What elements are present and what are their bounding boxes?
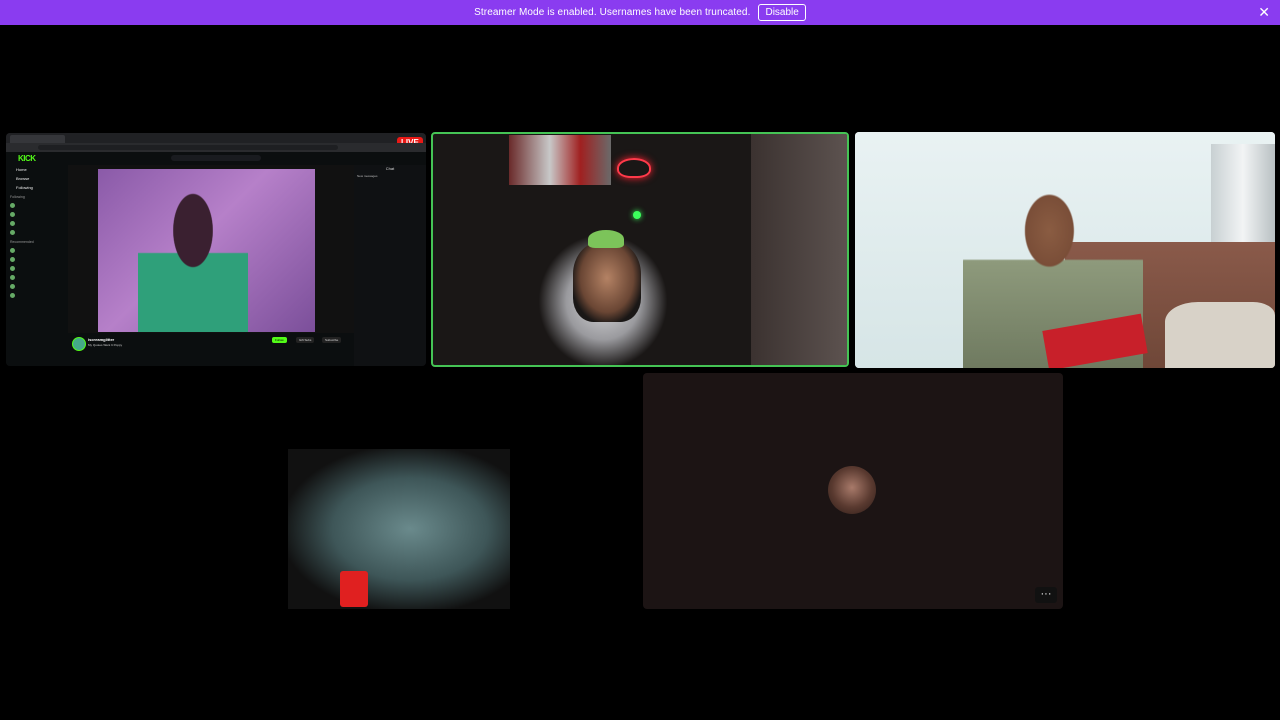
more-horizontal-icon[interactable]: ··· (1035, 587, 1057, 603)
participant-video-tile[interactable] (218, 373, 638, 609)
streamer-mode-banner: Streamer Mode is enabled. Usernames have… (0, 0, 1280, 25)
curtain (1211, 144, 1275, 254)
close-icon[interactable]: ✕ (1258, 4, 1270, 20)
avatar (10, 275, 15, 280)
disable-streamer-mode-button[interactable]: Disable (758, 4, 806, 21)
avatar (10, 248, 15, 253)
stream-title: My Quotes Want It Poppy (88, 343, 123, 347)
avatar (10, 230, 15, 235)
participant-video-tile[interactable] (855, 132, 1275, 368)
kick-logo: KICK (18, 154, 36, 163)
kick-sidebar: Home Browse Following Following Recommen… (6, 165, 68, 366)
stream-info-bar: iscreamglitter My Quotes Want It Poppy F… (68, 333, 354, 366)
stream-video (98, 169, 315, 332)
sidebar-item-following: Following (16, 185, 33, 190)
avatar (10, 221, 15, 226)
avatar (72, 337, 86, 351)
gift-subs-button: Gift Subs (296, 337, 315, 343)
sidebar-channel (6, 219, 68, 228)
screen-share-tile[interactable]: LIVE KICK Home Browse Following Followin… (6, 133, 426, 366)
door (751, 134, 847, 365)
channel-name: iscreamglitter (88, 337, 115, 342)
kick-header: KICK (6, 152, 426, 165)
avatar (10, 284, 15, 289)
sidebar-channel (6, 273, 68, 282)
participant-avatar-tile[interactable]: ··· (643, 373, 1063, 609)
avatar (10, 203, 15, 208)
frog-hat (588, 230, 624, 248)
sidebar-channel (6, 210, 68, 219)
browser-toolbar (6, 143, 426, 152)
sidebar-item-browse: Browse (16, 176, 30, 181)
browser-tab (10, 135, 65, 143)
sidebar-channel (6, 228, 68, 237)
bed-sheets (1165, 302, 1275, 368)
streamer-figure (138, 187, 248, 332)
sidebar-channel (6, 201, 68, 210)
avatar (10, 257, 15, 262)
kick-search-field (171, 155, 261, 161)
subscribe-button: Subscribe (322, 337, 342, 343)
participant-person (573, 242, 641, 322)
streamer-mode-message: Streamer Mode is enabled. Usernames have… (474, 7, 751, 18)
sidebar-channel (6, 246, 68, 255)
chat-panel: Chat New messages (354, 165, 426, 366)
sidebar-channel (6, 291, 68, 300)
avatar (10, 293, 15, 298)
sidebar-channel (6, 282, 68, 291)
sidebar-channel (6, 264, 68, 273)
neon-sign (617, 158, 651, 178)
tv-screen (509, 135, 611, 185)
sidebar-channel (6, 255, 68, 264)
avatar (10, 266, 15, 271)
url-field (38, 145, 338, 150)
blanket (288, 449, 510, 609)
green-light (633, 211, 641, 219)
browser-tab-strip (6, 133, 426, 143)
avatar (10, 212, 15, 217)
chat-new-messages: New messages (357, 174, 378, 178)
follow-button: Follow (272, 337, 287, 343)
chat-title: Chat (385, 166, 395, 171)
red-light (340, 571, 368, 607)
avatar (828, 466, 876, 514)
participant-video-tile-speaking[interactable] (431, 132, 849, 367)
sidebar-item-home: Home (16, 167, 27, 172)
